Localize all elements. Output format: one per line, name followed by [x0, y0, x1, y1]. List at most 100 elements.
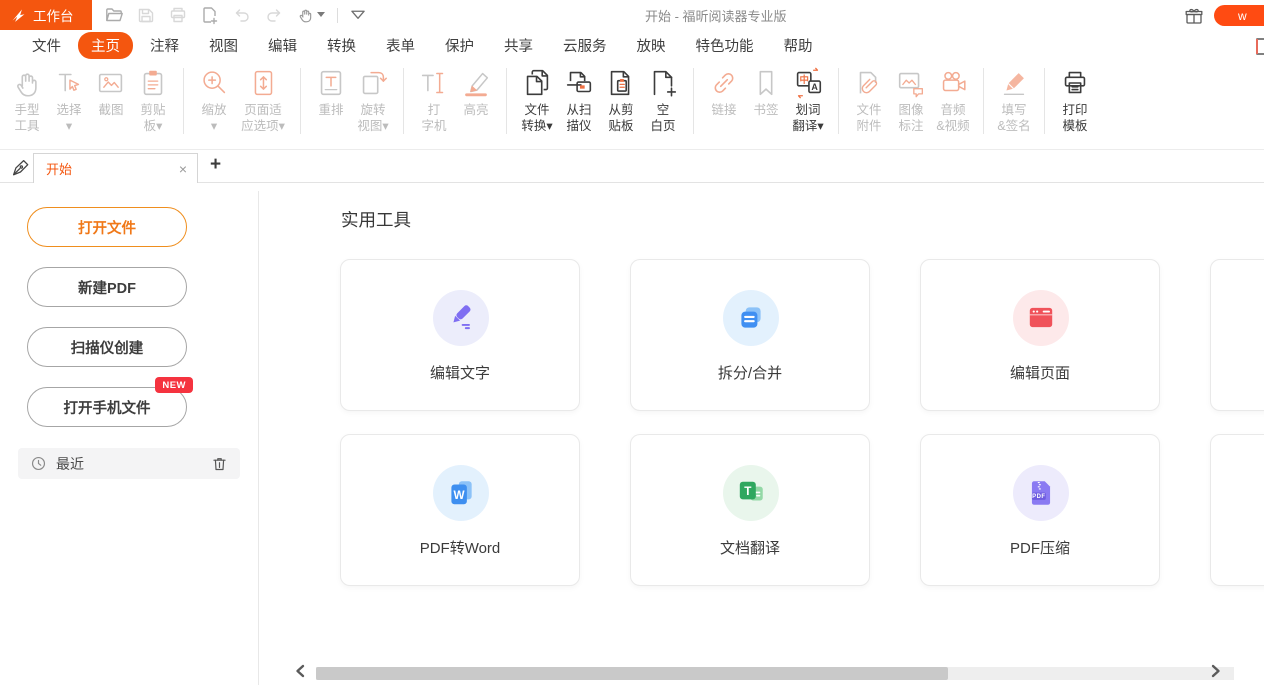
- ribbon-bookmark[interactable]: 书签: [745, 66, 787, 118]
- redo-icon[interactable]: [264, 5, 284, 25]
- scroll-right-icon[interactable]: [1210, 664, 1222, 678]
- partial-document-icon: [1256, 38, 1264, 55]
- ribbon-word-translate[interactable]: 中 A 划词翻译▾: [787, 66, 829, 134]
- menu-bar: 文件 主页 注释 视图 编辑 转换 表单 保护 共享 云服务 放映 特色功能 帮…: [0, 30, 1264, 60]
- bookmark-icon: [749, 66, 783, 100]
- scroll-left-icon[interactable]: [294, 664, 306, 678]
- hand-pointer-icon: [296, 6, 314, 24]
- gift-icon[interactable]: [1184, 6, 1204, 26]
- ribbon-print-template[interactable]: 打印模板: [1054, 66, 1096, 134]
- ribbon-page-fit[interactable]: 页面适应选项▾: [235, 66, 291, 134]
- pdf-compress-icon: PDF: [1013, 465, 1069, 521]
- print-template-icon: [1058, 66, 1092, 100]
- card-label: 编辑文字: [341, 362, 579, 383]
- ribbon-image-annotation[interactable]: 图像标注: [890, 66, 932, 134]
- hand-icon: [10, 66, 44, 100]
- blank-page-icon: [646, 66, 680, 100]
- menu-convert[interactable]: 转换: [327, 35, 356, 56]
- tool-card-partial[interactable]: [1210, 259, 1264, 411]
- horizontal-scrollbar-track[interactable]: [316, 667, 1234, 680]
- reflow-icon: [314, 66, 348, 100]
- tab-close-icon[interactable]: ×: [179, 161, 197, 177]
- menu-protect[interactable]: 保护: [445, 35, 474, 56]
- tab-label: 开始: [34, 159, 179, 178]
- tool-card-edit-text[interactable]: 编辑文字: [340, 259, 580, 411]
- ribbon-highlight[interactable]: 高亮: [455, 66, 497, 118]
- ribbon-rotate-view[interactable]: 旋转视图▾: [352, 66, 394, 134]
- snapshot-icon: [94, 66, 128, 100]
- tool-card-split-merge[interactable]: 拆分/合并: [630, 259, 870, 411]
- tool-card-pdf-to-word[interactable]: W PDF转Word: [340, 434, 580, 586]
- menu-edit[interactable]: 编辑: [268, 35, 297, 56]
- card-label: PDF压缩: [921, 537, 1159, 558]
- scanner-create-button[interactable]: 扫描仪创建: [27, 327, 187, 367]
- new-document-icon[interactable]: [200, 5, 220, 25]
- ribbon-from-scanner[interactable]: 从扫描仪: [558, 66, 600, 134]
- open-file-icon[interactable]: [104, 5, 124, 25]
- new-pdf-button[interactable]: 新建PDF: [27, 267, 187, 307]
- clipboard-icon: [136, 66, 170, 100]
- ribbon-hand-tool[interactable]: 手型工具: [6, 66, 48, 134]
- trash-icon[interactable]: [211, 455, 228, 473]
- from-clipboard-icon: [604, 66, 638, 100]
- menu-view[interactable]: 视图: [209, 35, 238, 56]
- dropdown-caret-icon: [317, 12, 325, 18]
- menu-home[interactable]: 主页: [78, 32, 133, 59]
- menu-form[interactable]: 表单: [386, 35, 415, 56]
- ribbon-fill-sign[interactable]: 填写&签名: [993, 66, 1035, 134]
- menu-comment[interactable]: 注释: [150, 35, 179, 56]
- open-mobile-file-button[interactable]: 打开手机文件 NEW: [27, 387, 187, 427]
- ribbon-typewriter[interactable]: 打字机: [413, 66, 455, 134]
- menu-features[interactable]: 特色功能: [696, 35, 754, 56]
- ribbon-snapshot[interactable]: 截图: [90, 66, 132, 118]
- promo-button[interactable]: w: [1214, 5, 1264, 26]
- recent-section[interactable]: 最近: [18, 448, 240, 479]
- tool-card-doc-translate[interactable]: T 文档翻译: [630, 434, 870, 586]
- toolbar-separator: [337, 8, 338, 23]
- menu-help[interactable]: 帮助: [784, 35, 813, 56]
- menu-file[interactable]: 文件: [32, 35, 61, 56]
- ribbon-audio-video[interactable]: 音频&视频: [932, 66, 974, 134]
- svg-text:A: A: [811, 82, 818, 92]
- tool-card-partial[interactable]: [1210, 434, 1264, 586]
- window-title: 开始 - 福昕阅读器专业版: [645, 0, 787, 30]
- ribbon-link[interactable]: 链接: [703, 66, 745, 118]
- ribbon-from-clipboard[interactable]: 从剪贴板: [600, 66, 642, 134]
- menu-present[interactable]: 放映: [637, 35, 666, 56]
- select-text-icon: [52, 66, 86, 100]
- undo-icon[interactable]: [232, 5, 252, 25]
- menu-share[interactable]: 共享: [504, 35, 533, 56]
- tool-card-pdf-compress[interactable]: PDF PDF压缩: [920, 434, 1160, 586]
- customize-toolbar-icon[interactable]: [350, 8, 366, 22]
- ribbon-divider: [838, 68, 839, 134]
- horizontal-scrollbar-thumb[interactable]: [316, 667, 948, 680]
- audio-video-icon: [936, 66, 970, 100]
- highlight-icon: [459, 66, 493, 100]
- ribbon-divider: [983, 68, 984, 134]
- add-tab-button[interactable]: +: [210, 154, 221, 176]
- ribbon-convert-file[interactable]: 文件转换▾: [516, 66, 558, 134]
- ribbon-file-attachment[interactable]: 文件附件: [848, 66, 890, 134]
- svg-text:T: T: [744, 485, 752, 498]
- ribbon-reflow[interactable]: 重排: [310, 66, 352, 118]
- pdf-to-word-icon: W: [433, 465, 489, 521]
- tab-start[interactable]: 开始 ×: [33, 153, 198, 183]
- from-scanner-icon: [562, 66, 596, 100]
- tool-card-edit-pages[interactable]: 编辑页面: [920, 259, 1160, 411]
- hand-tool-quick[interactable]: [296, 6, 325, 24]
- save-icon[interactable]: [136, 5, 156, 25]
- ribbon-divider: [506, 68, 507, 134]
- edit-pages-icon: [1013, 290, 1069, 346]
- ribbon-zoom[interactable]: 缩放▾: [193, 66, 235, 134]
- content-area: 打开文件 新建PDF 扫描仪创建 打开手机文件 NEW 最近: [0, 183, 1264, 691]
- ribbon-clipboard[interactable]: 剪贴板▾: [132, 66, 174, 134]
- ribbon-blank-page[interactable]: 空白页: [642, 66, 684, 134]
- workspace-button[interactable]: 工作台: [0, 0, 92, 30]
- ribbon-divider: [403, 68, 404, 134]
- clock-icon: [30, 455, 47, 472]
- open-file-button[interactable]: 打开文件: [27, 207, 187, 247]
- menu-cloud[interactable]: 云服务: [563, 35, 607, 56]
- pen-nib-icon[interactable]: [10, 157, 30, 177]
- print-icon[interactable]: [168, 5, 188, 25]
- ribbon-select[interactable]: 选择▾: [48, 66, 90, 134]
